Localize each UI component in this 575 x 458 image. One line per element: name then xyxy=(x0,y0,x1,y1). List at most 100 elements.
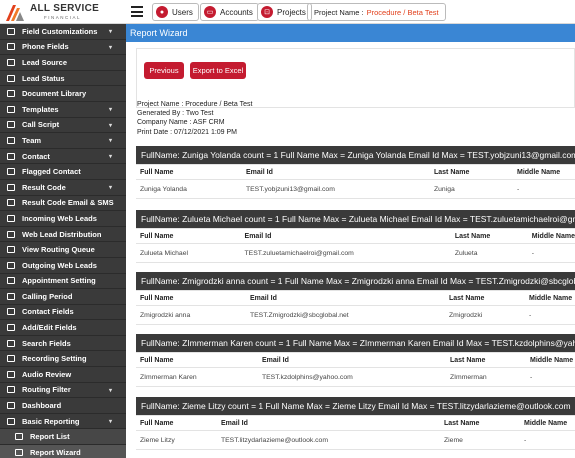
table-row: Zieme Litzy TEST.litzydarlazieme@outlook.… xyxy=(136,430,575,450)
column-header[interactable]: Middle Name xyxy=(527,228,575,244)
table-row: ZImmerman Karen TEST.kzdolphins@yahoo.com… xyxy=(136,367,575,387)
sidebar-item-icon xyxy=(6,339,16,348)
sidebar-item-icon xyxy=(6,370,16,379)
column-header[interactable]: Full Name xyxy=(136,415,217,431)
column-header[interactable]: Full Name xyxy=(136,164,242,180)
sidebar-item[interactable]: Add/Edit Fields xyxy=(0,320,126,336)
menu-toggle-icon[interactable] xyxy=(131,6,143,17)
company-logo[interactable]: ALL SERVICE FINANCIAL xyxy=(4,1,122,23)
sidebar-item[interactable]: Templates ▾ xyxy=(0,102,126,118)
sidebar-item[interactable]: View Routing Queue xyxy=(0,242,126,258)
group-heading: FullName: Zuniga Yolanda count = 1 Full … xyxy=(136,146,575,164)
sidebar-item-icon xyxy=(6,152,16,161)
column-header[interactable]: Full Name xyxy=(136,228,241,244)
report-group: FullName: Zmigrodzki anna count = 1 Full… xyxy=(136,272,575,325)
sidebar-item[interactable]: Search Fields xyxy=(0,336,126,352)
sidebar-item-icon xyxy=(6,183,16,192)
sidebar-item-label: Report Wizard xyxy=(30,447,81,457)
sidebar-item[interactable]: Audio Review xyxy=(0,367,126,383)
projects-label: Projects xyxy=(277,7,306,17)
sidebar-item-icon xyxy=(6,198,16,207)
projects-button[interactable]: ⊡ Projects xyxy=(257,3,312,21)
report-table: Full Name Email Id Last Name Middle Name Zun… xyxy=(136,164,575,199)
sidebar-item-label: Contact xyxy=(22,151,50,161)
sidebar-item[interactable]: Lead Source xyxy=(0,55,126,71)
accounts-button[interactable]: ▭ Accounts xyxy=(200,3,259,21)
column-header[interactable]: Email Id xyxy=(240,228,451,244)
report-group: FullName: Zuniga Yolanda count = 1 Full … xyxy=(136,146,575,199)
sidebar-item[interactable]: Calling Period xyxy=(0,289,126,305)
sidebar-item-icon xyxy=(14,432,24,441)
table-cell: - xyxy=(527,243,575,263)
column-header[interactable]: Email Id xyxy=(242,164,430,180)
previous-button[interactable]: Previous xyxy=(144,62,184,79)
column-header[interactable]: Email Id xyxy=(246,290,445,306)
sidebar-item-label: Lead Source xyxy=(22,57,68,67)
chevron-down-icon: ▾ xyxy=(108,184,112,191)
sidebar-item-label: Field Customizations xyxy=(22,26,98,36)
table-cell: Zmigrodzki anna xyxy=(136,305,246,325)
sidebar-item-icon xyxy=(6,417,16,426)
meta-project: Project Name : Procedure / Beta Test xyxy=(137,101,253,108)
sidebar-item[interactable]: Report Wizard xyxy=(0,445,126,458)
column-header[interactable]: Last Name xyxy=(430,164,513,180)
sidebar-item-label: Call Script xyxy=(22,120,60,130)
column-header[interactable]: Middle Name xyxy=(520,415,575,431)
sidebar-item-label: Result Code xyxy=(22,182,66,192)
sidebar-item[interactable]: Routing Filter ▾ xyxy=(0,383,126,399)
column-header[interactable]: Full Name xyxy=(136,352,258,368)
sidebar-item[interactable]: Phone Fields ▾ xyxy=(0,40,126,56)
sidebar-item[interactable]: Outgoing Web Leads xyxy=(0,258,126,274)
report-table: Full Name Email Id Last Name Middle Name Zie… xyxy=(136,415,575,450)
column-header[interactable]: Middle Name xyxy=(513,164,575,180)
report-group: FullName: Zulueta Michael count = 1 Full… xyxy=(136,210,575,263)
sidebar-item-icon xyxy=(6,307,16,316)
column-header[interactable]: Full Name xyxy=(136,290,246,306)
sidebar-item[interactable]: Flagged Contact xyxy=(0,164,126,180)
page-title: Report Wizard xyxy=(126,24,575,42)
chevron-down-icon: ▾ xyxy=(108,387,112,394)
sidebar-item-icon xyxy=(6,74,16,83)
column-header[interactable]: Last Name xyxy=(450,228,528,244)
person-icon: ● xyxy=(156,6,168,18)
sidebar-item[interactable]: Team ▾ xyxy=(0,133,126,149)
chevron-down-icon: ▾ xyxy=(108,122,112,129)
sidebar-item[interactable]: Appointment Setting xyxy=(0,274,126,290)
sidebar-item-label: Audio Review xyxy=(22,369,72,379)
report-group: FullName: Zieme Litzy count = 1 Full Nam… xyxy=(136,397,575,450)
column-header[interactable]: Middle Name xyxy=(525,290,575,306)
sidebar-item-label: Dashboard xyxy=(22,401,62,411)
sidebar-item[interactable]: Basic Reporting ▾ xyxy=(0,414,126,430)
sidebar-item[interactable]: Web Lead Distribution xyxy=(0,227,126,243)
sidebar-item[interactable]: Document Library xyxy=(0,86,126,102)
export-excel-button[interactable]: Export to Excel xyxy=(190,62,246,79)
sidebar-item-icon xyxy=(6,354,16,363)
sidebar-item[interactable]: Dashboard xyxy=(0,398,126,414)
logo-mark-icon xyxy=(6,5,24,21)
sidebar-item-label: Basic Reporting xyxy=(22,416,80,426)
sidebar-item[interactable]: Result Code Email & SMS xyxy=(0,196,126,212)
sidebar-item-icon xyxy=(6,323,16,332)
column-header[interactable]: Last Name xyxy=(445,290,525,306)
column-header[interactable]: Email Id xyxy=(258,352,446,368)
sidebar-item[interactable]: Incoming Web Leads xyxy=(0,211,126,227)
sidebar-item-label: Add/Edit Fields xyxy=(22,323,77,333)
column-header[interactable]: Email Id xyxy=(217,415,440,431)
sidebar-item[interactable]: Report List xyxy=(0,429,126,446)
sidebar-item[interactable]: Lead Status xyxy=(0,71,126,87)
chevron-down-icon: ▾ xyxy=(108,153,112,160)
sidebar-item[interactable]: Contact ▾ xyxy=(0,149,126,165)
sidebar-item[interactable]: Call Script ▾ xyxy=(0,118,126,134)
sidebar-item[interactable]: Result Code ▾ xyxy=(0,180,126,196)
column-header[interactable]: Middle Name xyxy=(526,352,575,368)
users-button[interactable]: ● Users xyxy=(152,3,199,21)
sidebar-item[interactable]: Contact Fields xyxy=(0,305,126,321)
column-header[interactable]: Last Name xyxy=(446,352,526,368)
users-label: Users xyxy=(172,7,193,17)
meta-company: Company Name : ASF CRM xyxy=(137,119,225,127)
table-cell: Zuniga xyxy=(430,179,513,199)
sidebar-item[interactable]: Field Customizations ▾ xyxy=(0,24,126,40)
column-header[interactable]: Last Name xyxy=(440,415,520,431)
table-header-row: Full Name Email Id Last Name Middle Name xyxy=(136,228,575,244)
sidebar-item[interactable]: Recording Setting xyxy=(0,351,126,368)
